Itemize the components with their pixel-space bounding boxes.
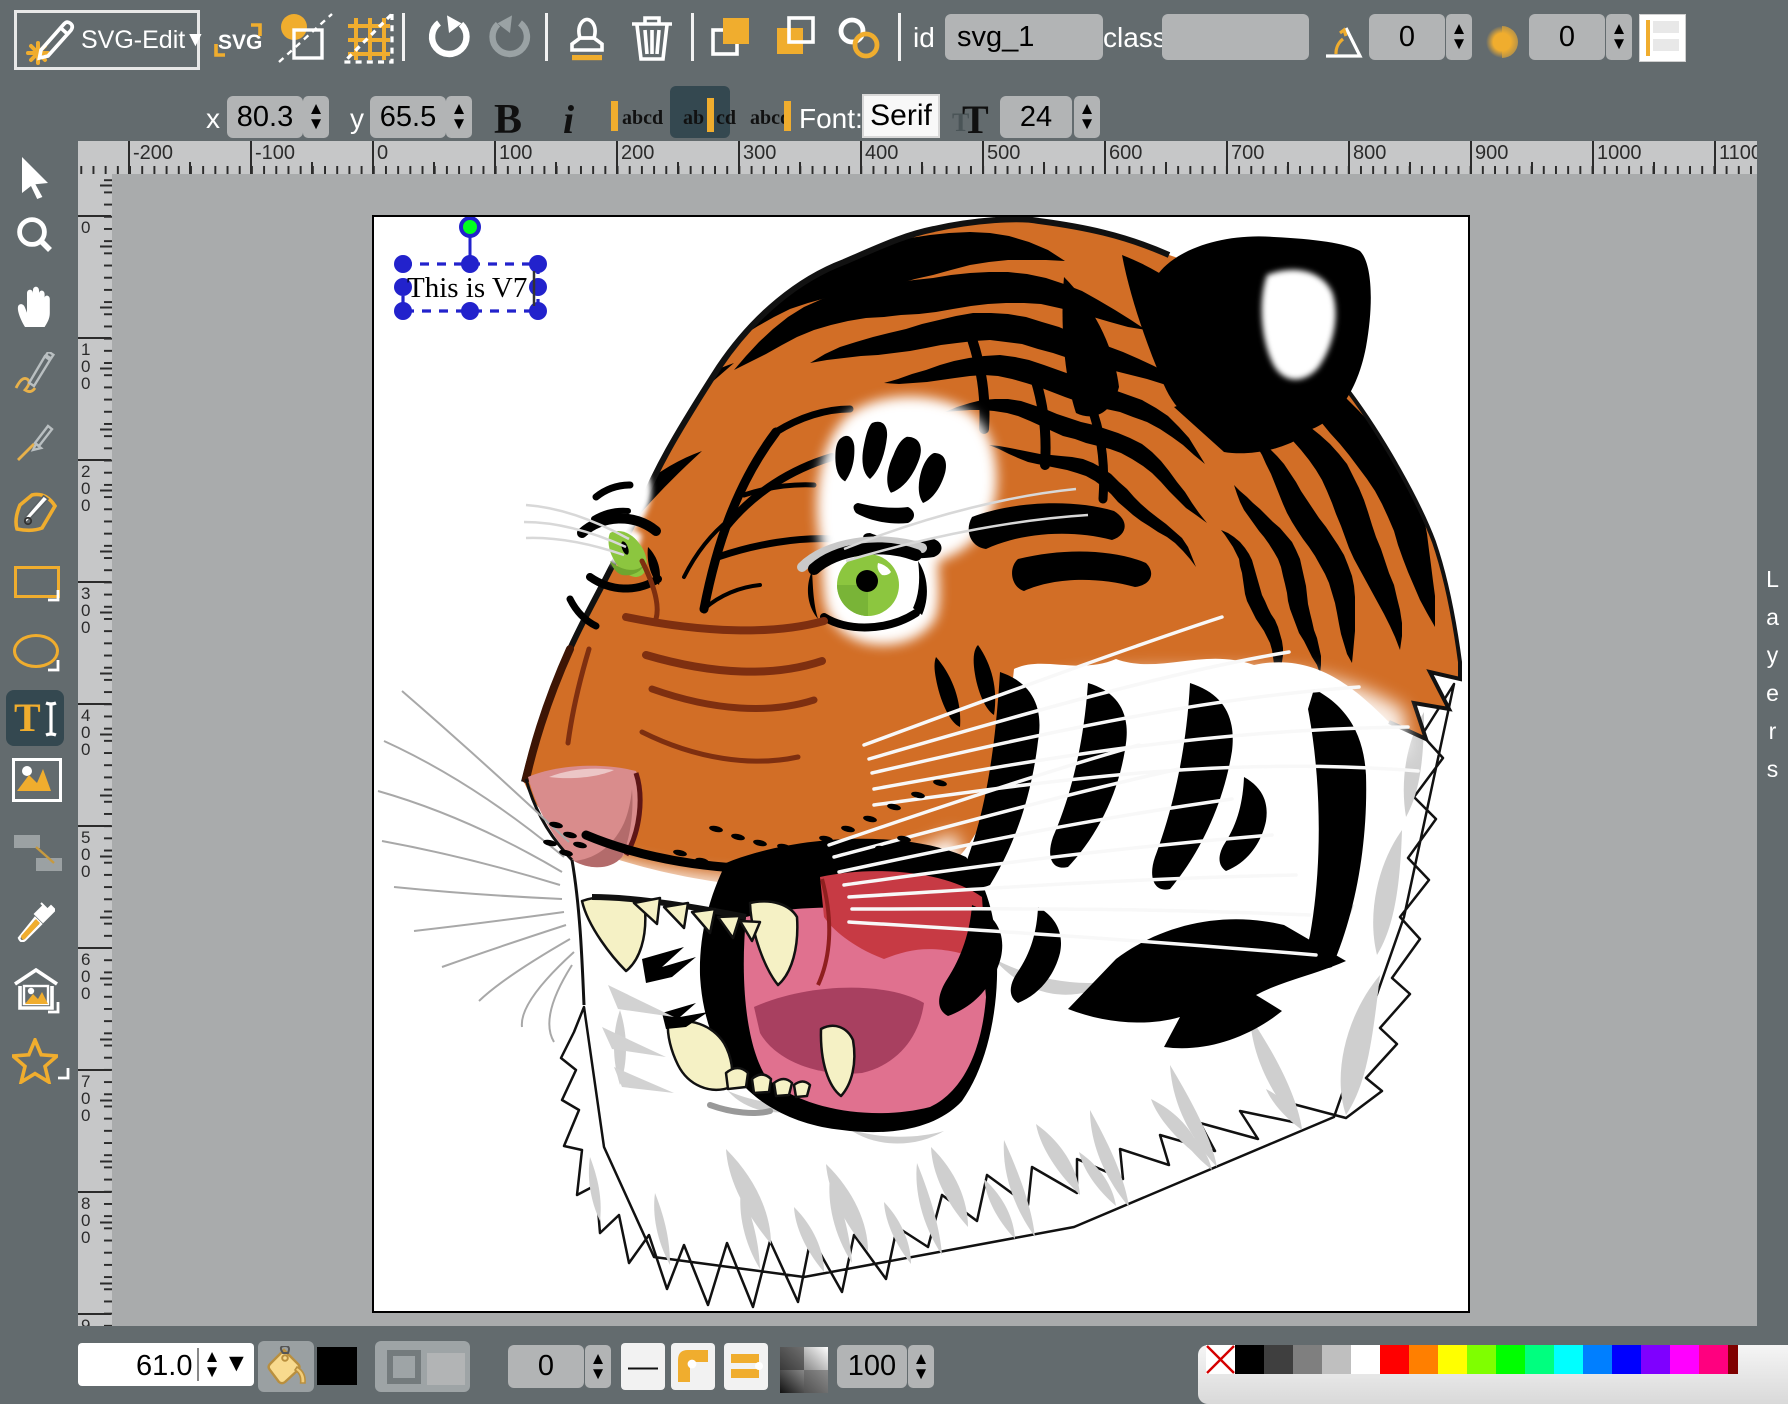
- svg-text:SVG: SVG: [218, 31, 262, 54]
- svg-text:This is V7: This is V7: [407, 272, 527, 304]
